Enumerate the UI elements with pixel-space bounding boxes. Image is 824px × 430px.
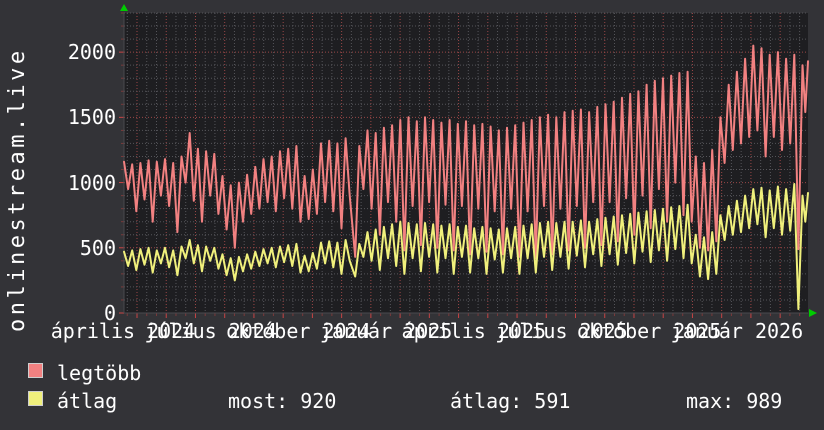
legend-swatch-legtobb (28, 363, 43, 378)
legend-swatch-atlag (28, 391, 43, 406)
stat-most: most: 920 (228, 389, 337, 413)
stat-atlag: átlag: 591 (450, 389, 571, 413)
y-tick-label: 2000 (67, 40, 116, 65)
axis-arrow-icon (809, 309, 817, 317)
stat-max: max: 989 (686, 389, 783, 413)
site-vertical-label: onlinestream.live (5, 47, 30, 332)
axis-arrow-icon (120, 4, 128, 11)
y-tick-label: 1000 (67, 170, 116, 195)
legend-label-legtobb: legtöbb (57, 361, 142, 385)
graph-window: onlinestream.live 0 500 1000 1500 2000 ápril… (0, 0, 824, 430)
legend-label-atlag: átlag (57, 389, 118, 413)
x-tick-label: január 2026 (670, 319, 804, 343)
chart-plot-area (119, 4, 817, 318)
y-tick-label: 500 (79, 235, 116, 260)
y-tick-label: 1500 (67, 105, 116, 130)
chart-canvas (119, 4, 817, 318)
